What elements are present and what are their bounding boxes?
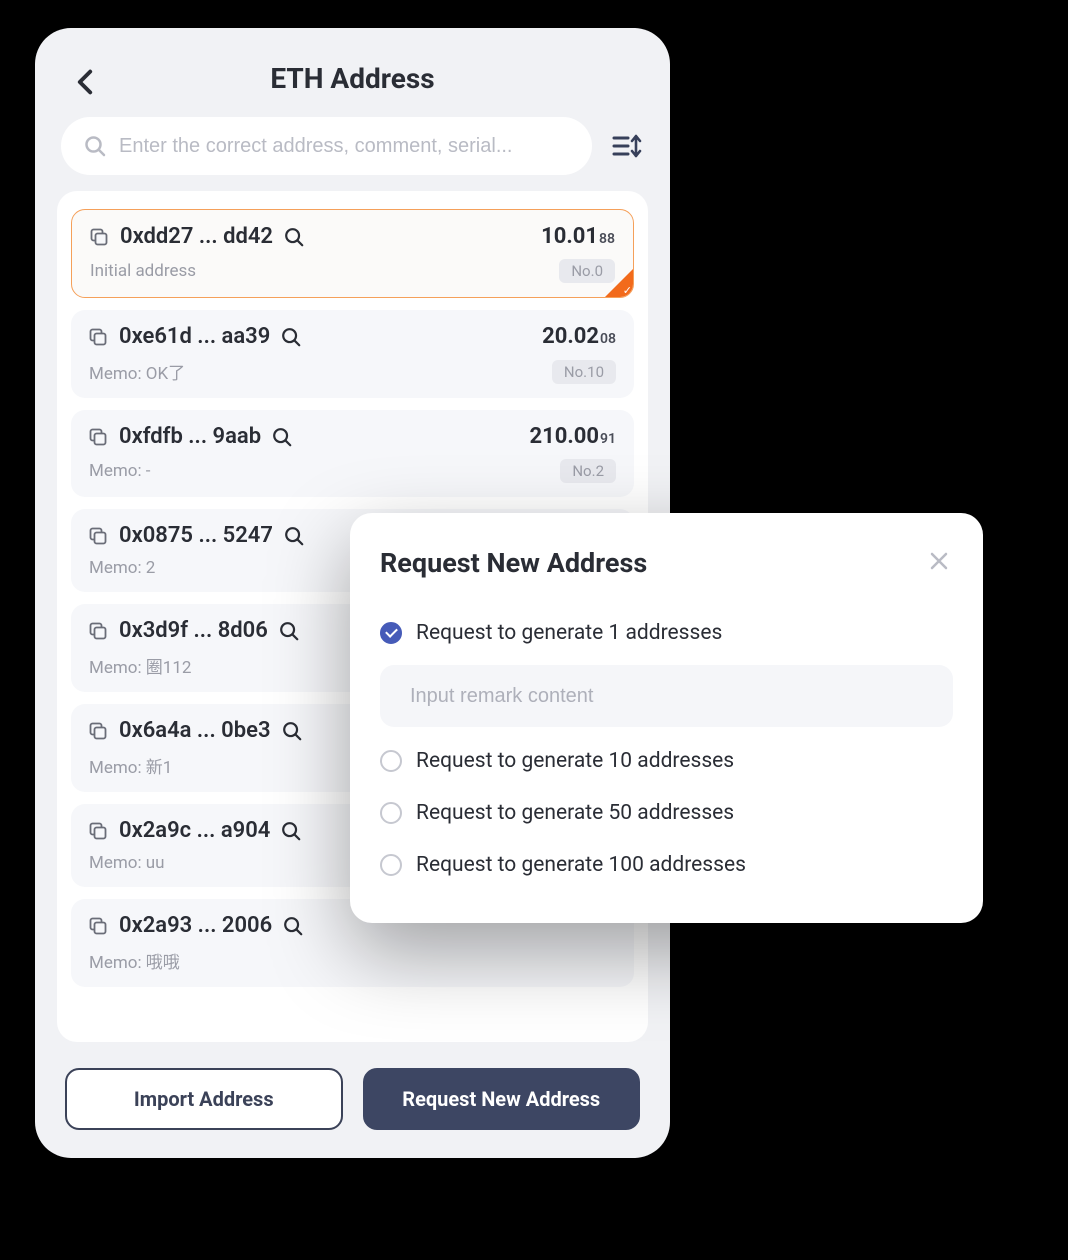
address-row-top: 0xe61d ... aa39 20.02 08 bbox=[89, 324, 616, 349]
modal-header: Request New Address bbox=[380, 547, 953, 579]
modal-title: Request New Address bbox=[380, 547, 647, 579]
option-10-addresses[interactable]: Request to generate 10 addresses bbox=[380, 735, 953, 787]
balance: 10.01 88 bbox=[541, 224, 615, 249]
balance-main: 20.02 bbox=[542, 324, 599, 349]
memo-text: Memo: - bbox=[89, 461, 151, 481]
copy-icon[interactable] bbox=[89, 722, 107, 740]
address-row-bottom: Initial address No.0 bbox=[90, 259, 615, 283]
close-icon bbox=[929, 551, 949, 571]
bottom-buttons: Import Address Request New Address bbox=[35, 1054, 670, 1158]
back-button[interactable] bbox=[71, 68, 99, 96]
request-new-address-modal: Request New Address Request to generate … bbox=[350, 513, 983, 923]
magnify-icon[interactable] bbox=[271, 426, 293, 448]
address-text: 0xfdfb ... 9aab bbox=[119, 424, 261, 449]
address-text: 0x2a93 ... 2006 bbox=[119, 913, 272, 938]
address-row-bottom: Memo: 哦哦 bbox=[89, 948, 616, 973]
address-text: 0x2a9c ... a904 bbox=[119, 818, 270, 843]
search-box[interactable] bbox=[61, 117, 592, 175]
option-label: Request to generate 10 addresses bbox=[416, 749, 734, 773]
copy-icon[interactable] bbox=[90, 228, 108, 246]
modal-close-button[interactable] bbox=[925, 547, 953, 579]
memo-text: Memo: 2 bbox=[89, 558, 155, 578]
radio-checked-icon bbox=[380, 622, 402, 644]
page-title: ETH Address bbox=[270, 62, 434, 95]
balance: 210.00 91 bbox=[530, 424, 617, 449]
request-new-address-button[interactable]: Request New Address bbox=[363, 1068, 641, 1130]
import-address-button[interactable]: Import Address bbox=[65, 1068, 343, 1130]
remark-input[interactable] bbox=[410, 685, 923, 708]
memo-text: Memo: uu bbox=[89, 853, 165, 873]
copy-icon[interactable] bbox=[89, 428, 107, 446]
radio-unchecked-icon bbox=[380, 750, 402, 772]
memo-text: Memo: 新1 bbox=[89, 753, 172, 778]
search-icon bbox=[83, 134, 107, 158]
balance-sub: 08 bbox=[600, 331, 616, 347]
memo-text: Memo: 圈112 bbox=[89, 653, 191, 678]
address-card[interactable]: 0xe61d ... aa39 20.02 08 Memo: OK了 No.10 bbox=[71, 310, 634, 398]
address-card[interactable]: 0xdd27 ... dd42 10.01 88 Initial address… bbox=[71, 209, 634, 298]
option-label: Request to generate 1 addresses bbox=[416, 621, 722, 645]
index-badge: No.2 bbox=[560, 459, 616, 483]
option-1-address[interactable]: Request to generate 1 addresses bbox=[380, 607, 953, 659]
address-text: 0x6a4a ... 0be3 bbox=[119, 718, 271, 743]
copy-icon[interactable] bbox=[89, 622, 107, 640]
address-card[interactable]: 0xfdfb ... 9aab 210.00 91 Memo: - No.2 bbox=[71, 410, 634, 497]
copy-icon[interactable] bbox=[89, 917, 107, 935]
copy-icon[interactable] bbox=[89, 527, 107, 545]
address-text: 0x3d9f ... 8d06 bbox=[119, 618, 268, 643]
magnify-icon[interactable] bbox=[281, 720, 303, 742]
option-label: Request to generate 100 addresses bbox=[416, 853, 746, 877]
balance-main: 10.01 bbox=[541, 224, 598, 249]
balance-sub: 91 bbox=[600, 431, 616, 447]
magnify-icon[interactable] bbox=[278, 620, 300, 642]
option-label: Request to generate 50 addresses bbox=[416, 801, 734, 825]
memo-text: Initial address bbox=[90, 261, 196, 281]
magnify-icon[interactable] bbox=[283, 226, 305, 248]
sort-icon bbox=[612, 133, 642, 159]
search-row bbox=[35, 117, 670, 191]
header: ETH Address bbox=[35, 28, 670, 117]
address-row-top: 0xdd27 ... dd42 10.01 88 bbox=[90, 224, 615, 249]
balance: 20.02 08 bbox=[542, 324, 616, 349]
address-row-bottom: Memo: - No.2 bbox=[89, 459, 616, 483]
magnify-icon[interactable] bbox=[283, 525, 305, 547]
address-text: 0xe61d ... aa39 bbox=[119, 324, 270, 349]
memo-text: Memo: OK了 bbox=[89, 359, 185, 384]
option-50-addresses[interactable]: Request to generate 50 addresses bbox=[380, 787, 953, 839]
index-badge: No.10 bbox=[552, 360, 616, 384]
search-input[interactable] bbox=[119, 135, 570, 158]
radio-unchecked-icon bbox=[380, 854, 402, 876]
magnify-icon[interactable] bbox=[280, 326, 302, 348]
magnify-icon[interactable] bbox=[282, 915, 304, 937]
option-100-addresses[interactable]: Request to generate 100 addresses bbox=[380, 839, 953, 891]
address-row-top: 0xfdfb ... 9aab 210.00 91 bbox=[89, 424, 616, 449]
chevron-left-icon bbox=[76, 69, 94, 95]
balance-main: 210.00 bbox=[530, 424, 600, 449]
magnify-icon[interactable] bbox=[280, 820, 302, 842]
sort-button[interactable] bbox=[610, 129, 644, 163]
radio-unchecked-icon bbox=[380, 802, 402, 824]
balance-sub: 88 bbox=[599, 231, 615, 247]
memo-text: Memo: 哦哦 bbox=[89, 948, 180, 973]
copy-icon[interactable] bbox=[89, 822, 107, 840]
address-text: 0xdd27 ... dd42 bbox=[120, 224, 273, 249]
address-row-bottom: Memo: OK了 No.10 bbox=[89, 359, 616, 384]
selected-flag: ✓ bbox=[603, 267, 634, 298]
check-icon: ✓ bbox=[623, 284, 632, 297]
remark-input-wrapper[interactable] bbox=[380, 665, 953, 727]
copy-icon[interactable] bbox=[89, 328, 107, 346]
address-text: 0x0875 ... 5247 bbox=[119, 523, 273, 548]
